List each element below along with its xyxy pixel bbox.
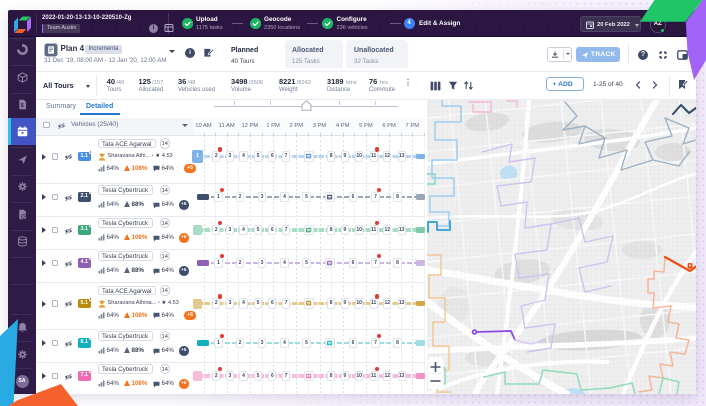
svg-text:$: $ bbox=[20, 103, 23, 109]
